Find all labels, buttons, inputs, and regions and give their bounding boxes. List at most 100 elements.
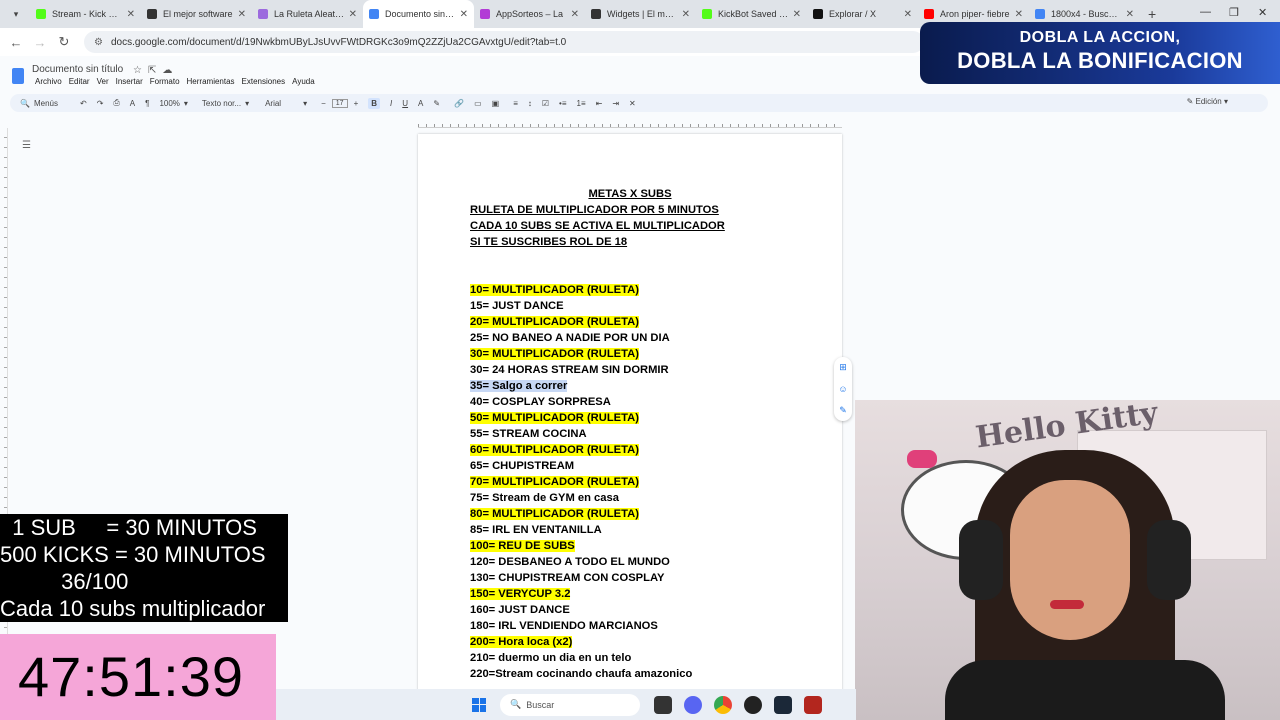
windows-start-icon[interactable] [472, 697, 486, 712]
url-input[interactable]: ⚙ docs.google.com/document/d/19NwkbmUByL… [84, 31, 924, 53]
browser-tab[interactable]: AppSorteos – La ✕ [474, 0, 585, 28]
close-window-icon[interactable]: ✕ [1258, 6, 1267, 19]
tab-title: Documento sin título [385, 9, 456, 19]
menu-item[interactable]: Archivo [35, 77, 62, 86]
decrease-font-icon[interactable]: − [321, 99, 326, 108]
zoom-select[interactable]: 100% [159, 99, 179, 108]
back-icon[interactable]: ← [4, 35, 28, 50]
comment-icon[interactable]: ▭ [474, 99, 482, 108]
emoji-reaction-icon[interactable]: ☺ [838, 384, 847, 394]
numbered-list-icon[interactable]: 1≡ [577, 99, 586, 108]
browser-tab[interactable]: La Ruleta Aleatoria ✕ [252, 0, 363, 28]
editing-mode-select[interactable]: ✎ Edición ▾ [1187, 97, 1228, 106]
link-icon[interactable]: 🔗 [454, 99, 464, 108]
chrome-icon[interactable] [714, 695, 732, 714]
close-tab-icon[interactable]: ✕ [682, 9, 690, 20]
close-tab-icon[interactable]: ✕ [349, 9, 357, 20]
paint-format-icon[interactable]: ¶ [145, 99, 149, 108]
forward-icon[interactable]: → [28, 35, 52, 50]
menu-item[interactable]: Formato [150, 77, 180, 86]
menus-search[interactable]: Menús [34, 99, 58, 108]
redo-icon[interactable]: ↷ [97, 99, 104, 108]
font-select[interactable]: Arial [265, 99, 281, 108]
site-info-icon[interactable]: ⚙ [94, 37, 103, 48]
align-icon[interactable]: ≡ [513, 99, 518, 108]
menu-item[interactable]: Ayuda [292, 77, 315, 86]
menu-item[interactable]: Editar [69, 77, 90, 86]
close-tab-icon[interactable]: ✕ [571, 9, 579, 20]
discord-icon[interactable] [684, 695, 702, 714]
indent-increase-icon[interactable]: ⇥ [612, 99, 619, 108]
bullet-list-icon[interactable]: •≡ [559, 99, 566, 108]
horizontal-ruler[interactable] [418, 118, 842, 128]
spellcheck-icon[interactable]: A [130, 99, 135, 108]
close-tab-icon[interactable]: ✕ [1015, 9, 1023, 20]
close-tab-icon[interactable]: ✕ [793, 9, 801, 20]
image-icon[interactable]: ▣ [492, 99, 500, 108]
increase-font-icon[interactable]: + [354, 99, 359, 108]
tab-favicon-icon [147, 9, 157, 19]
subathon-timer: 47:51:39 [0, 634, 276, 720]
docs-logo-icon[interactable] [12, 68, 24, 84]
add-comment-icon[interactable]: ⊞ [839, 362, 847, 373]
document-outline-icon[interactable]: ☰ [22, 140, 31, 151]
indent-decrease-icon[interactable]: ⇤ [596, 99, 603, 108]
search-menus-icon[interactable]: 🔍 [20, 99, 30, 108]
menu-item[interactable]: Insertar [116, 77, 143, 86]
move-icon[interactable]: ⇱ [148, 65, 162, 76]
print-icon[interactable]: ⎙ [113, 98, 119, 108]
menu-item[interactable]: Ver [97, 77, 109, 86]
close-tab-icon[interactable]: ✕ [904, 9, 912, 20]
browser-tab[interactable]: El mejor software ✕ [141, 0, 252, 28]
tab-search-icon[interactable]: ▾ [6, 4, 26, 24]
menu-item[interactable]: Herramientas [187, 77, 235, 86]
steam-icon[interactable] [774, 695, 792, 714]
tab-favicon-icon [258, 9, 268, 19]
maximize-icon[interactable]: ❐ [1229, 6, 1239, 19]
highlight-icon[interactable]: ✎ [433, 99, 440, 108]
close-tab-icon[interactable]: ✕ [1126, 9, 1134, 20]
new-tab-icon[interactable]: + [1148, 6, 1156, 22]
file-explorer-icon[interactable] [654, 695, 672, 714]
webcam-feed: Hello Kitty [855, 400, 1280, 720]
menu-item[interactable]: Extensiones [242, 77, 286, 86]
document-title[interactable]: Documento sin título [32, 64, 123, 75]
close-tab-icon[interactable]: ✕ [238, 9, 246, 20]
browser-tab[interactable]: Stream - Kick Dash ✕ [30, 0, 141, 28]
font-size-input[interactable]: 17 [331, 98, 348, 108]
goal-line: 180= IRL VENDIENDO MARCIANOS [470, 620, 658, 633]
clear-format-icon[interactable]: ✕ [629, 99, 636, 108]
obs-icon[interactable] [744, 695, 762, 714]
tab-title: 1800x4 - Buscar c [1051, 9, 1122, 19]
suggest-edit-icon[interactable]: ✎ [839, 405, 847, 416]
browser-tab[interactable]: Widgets | El mejor ✕ [585, 0, 696, 28]
bold-icon[interactable]: B [368, 97, 381, 109]
checklist-icon[interactable]: ☑ [542, 99, 549, 108]
goal-text: 220=Stream cocinando chaufa amazonico [470, 668, 693, 680]
document-page[interactable]: METAS X SUBS RULETA DE MULTIPLICADOR POR… [418, 134, 842, 720]
minimize-icon[interactable]: — [1200, 6, 1211, 18]
browser-tab[interactable]: KickBot Saved Wi ✕ [696, 0, 807, 28]
close-tab-icon[interactable]: ✕ [127, 9, 135, 20]
tab-favicon-icon [36, 9, 46, 19]
italic-icon[interactable]: I [390, 99, 392, 108]
style-select[interactable]: Texto nor... [202, 99, 241, 108]
cloud-icon[interactable]: ☁ [162, 65, 178, 76]
undo-icon[interactable]: ↶ [80, 99, 87, 108]
tab-favicon-icon [813, 9, 823, 19]
goal-line: 30= 24 HORAS STREAM SIN DORMIR [470, 364, 669, 377]
underline-icon[interactable]: U [402, 99, 408, 108]
close-tab-icon[interactable]: ✕ [460, 9, 468, 20]
promo-banner: DOBLA LA ACCION, DOBLA LA BONIFICACION [920, 22, 1280, 84]
text-color-icon[interactable]: A [418, 99, 423, 108]
browser-tab[interactable]: Explorar / X ✕ [807, 0, 918, 28]
subathon-info: 1 SUB = 30 MINUTOS 500 KICKS = 30 MINUTO… [0, 514, 288, 622]
taskbar-search[interactable]: 🔍 Buscar [500, 693, 640, 716]
line-spacing-icon[interactable]: ↕ [528, 99, 532, 108]
reload-icon[interactable]: ↻ [52, 34, 76, 50]
app-icon[interactable] [804, 695, 822, 714]
star-icon[interactable]: ☆ [133, 65, 148, 76]
goal-line: 25= NO BANEO A NADIE POR UN DIA [470, 332, 670, 345]
browser-tab[interactable]: Documento sin título ✕ [363, 0, 474, 28]
goal-text: 15= JUST DANCE [470, 300, 564, 312]
